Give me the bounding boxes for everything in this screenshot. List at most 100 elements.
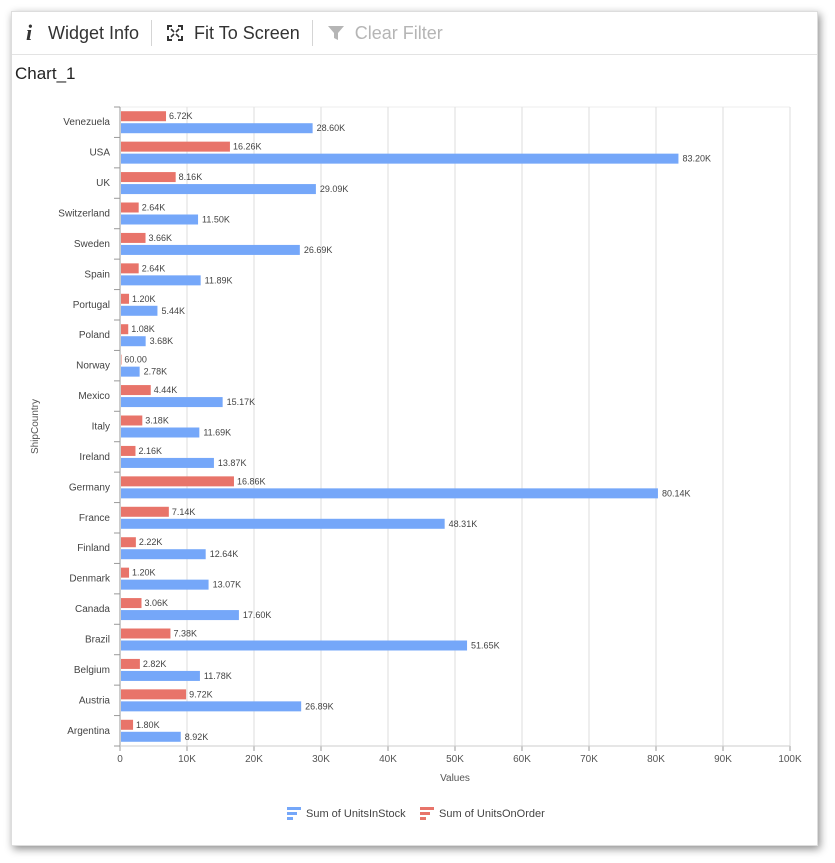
data-label-units-on-order: 2.64K xyxy=(142,203,166,213)
y-tick-label: Austria xyxy=(79,695,111,706)
data-label-units-on-order: 8.16K xyxy=(179,172,203,182)
data-label-units-in-stock: 26.69K xyxy=(304,245,333,255)
data-label-units-in-stock: 12.64K xyxy=(210,549,239,559)
bar-units-on-order xyxy=(121,232,146,243)
bar-units-on-order xyxy=(121,324,129,335)
y-tick-label: Mexico xyxy=(78,391,110,402)
x-axis-title: Values xyxy=(440,773,470,784)
x-tick-label: 40K xyxy=(379,754,397,765)
data-label-units-on-order: 16.86K xyxy=(237,476,266,486)
bar-units-on-order xyxy=(121,415,143,426)
data-label-units-in-stock: 11.50K xyxy=(202,215,230,225)
data-label-units-on-order: 7.38K xyxy=(173,629,197,639)
bar-units-on-order xyxy=(121,263,139,274)
data-label-units-on-order: 3.66K xyxy=(149,233,173,243)
data-label-units-in-stock: 26.89K xyxy=(305,701,334,711)
x-tick-label: 50K xyxy=(446,754,464,765)
x-tick-label: 30K xyxy=(312,754,330,765)
bar-units-on-order xyxy=(121,385,151,396)
y-tick-label: Brazil xyxy=(85,635,110,646)
data-label-units-in-stock: 15.17K xyxy=(227,397,256,407)
x-tick-label: 100K xyxy=(778,754,802,765)
legend-item-units-in-stock[interactable]: Sum of UnitsInStock xyxy=(306,808,406,820)
data-label-units-on-order: 4.44K xyxy=(154,385,178,395)
bar-units-on-order xyxy=(121,172,176,183)
bar-units-on-order xyxy=(121,141,230,152)
y-tick-label: UK xyxy=(96,178,110,189)
data-label-units-on-order: 1.20K xyxy=(132,568,156,578)
data-label-units-in-stock: 2.78K xyxy=(144,367,168,377)
data-label-units-on-order: 2.82K xyxy=(143,659,167,669)
bar-units-in-stock xyxy=(121,518,445,529)
bar-units-in-stock xyxy=(121,610,239,621)
x-tick-label: 80K xyxy=(647,754,665,765)
y-tick-label: France xyxy=(79,513,111,524)
bar-units-on-order xyxy=(121,537,136,548)
bar-units-in-stock xyxy=(121,244,300,255)
x-tick-label: 90K xyxy=(714,754,732,765)
bar-units-in-stock xyxy=(121,640,468,651)
data-label-units-on-order: 60.00 xyxy=(124,355,147,365)
data-label-units-on-order: 2.64K xyxy=(142,263,166,273)
bar-units-in-stock xyxy=(121,275,201,286)
legend-icon xyxy=(420,812,430,815)
data-label-units-in-stock: 17.60K xyxy=(243,610,272,620)
data-label-units-in-stock: 80.14K xyxy=(662,488,691,498)
bar-units-in-stock xyxy=(121,488,658,499)
data-label-units-in-stock: 51.65K xyxy=(471,641,500,651)
bar-units-on-order xyxy=(121,354,122,365)
bar-units-in-stock xyxy=(121,670,200,681)
y-tick-label: Portugal xyxy=(73,300,110,311)
data-label-units-in-stock: 3.68K xyxy=(150,336,174,346)
bar-units-on-order xyxy=(121,111,167,122)
data-label-units-in-stock: 29.09K xyxy=(320,184,349,194)
data-label-units-on-order: 1.08K xyxy=(131,324,155,334)
bar-units-in-stock xyxy=(121,214,199,225)
bar-chart: 0 10K 20K 30K 40K 50K 60K 70K 80K 90K 100K Venezuel… xyxy=(30,106,802,820)
data-label-units-on-order: 2.22K xyxy=(139,537,163,547)
legend-icon xyxy=(420,807,434,810)
legend-icon xyxy=(287,807,301,810)
y-tick-label: Spain xyxy=(84,269,110,280)
bar-units-in-stock xyxy=(121,731,181,742)
legend-icon xyxy=(420,817,426,820)
bar-units-in-stock xyxy=(121,579,209,590)
data-label-units-in-stock: 28.60K xyxy=(317,123,346,133)
bar-units-on-order xyxy=(121,476,234,487)
data-label-units-in-stock: 13.87K xyxy=(218,458,247,468)
data-label-units-on-order: 7.14K xyxy=(172,507,196,517)
y-tick-label: Belgium xyxy=(74,665,110,676)
y-tick-label: Switzerland xyxy=(58,209,110,220)
data-label-units-on-order: 9.72K xyxy=(189,689,213,699)
bar-units-in-stock xyxy=(121,366,140,377)
legend-icon xyxy=(287,812,297,815)
y-tick-label: Italy xyxy=(92,422,110,433)
bar-units-in-stock xyxy=(121,457,214,468)
data-label-units-in-stock: 13.07K xyxy=(213,580,242,590)
data-label-units-in-stock: 11.69K xyxy=(203,428,231,438)
bar-units-in-stock xyxy=(121,153,679,164)
x-tick-label: 60K xyxy=(513,754,531,765)
y-tick-label: Poland xyxy=(79,330,110,341)
y-tick-label: Sweden xyxy=(74,239,110,250)
bar-units-in-stock xyxy=(121,427,200,438)
legend-item-units-on-order[interactable]: Sum of UnitsOnOrder xyxy=(439,808,545,820)
bar-units-on-order xyxy=(121,689,187,700)
y-tick-label: Canada xyxy=(75,604,110,615)
data-label-units-in-stock: 48.31K xyxy=(449,519,478,529)
data-label-units-in-stock: 11.78K xyxy=(204,671,232,681)
x-tick-label: 0 xyxy=(117,754,123,765)
bar-units-on-order xyxy=(121,658,140,669)
data-label-units-on-order: 1.20K xyxy=(132,294,156,304)
bar-units-on-order xyxy=(121,628,171,639)
data-label-units-in-stock: 11.89K xyxy=(205,275,233,285)
bar-units-in-stock xyxy=(121,549,206,560)
bar-units-on-order xyxy=(121,506,169,517)
y-tick-label: Venezuela xyxy=(63,117,110,128)
bar-units-on-order xyxy=(121,445,136,456)
data-label-units-on-order: 16.26K xyxy=(233,142,262,152)
data-label-units-in-stock: 5.44K xyxy=(161,306,185,316)
x-tick-label: 20K xyxy=(245,754,263,765)
y-tick-label: Norway xyxy=(76,361,110,372)
data-label-units-on-order: 6.72K xyxy=(169,111,193,121)
